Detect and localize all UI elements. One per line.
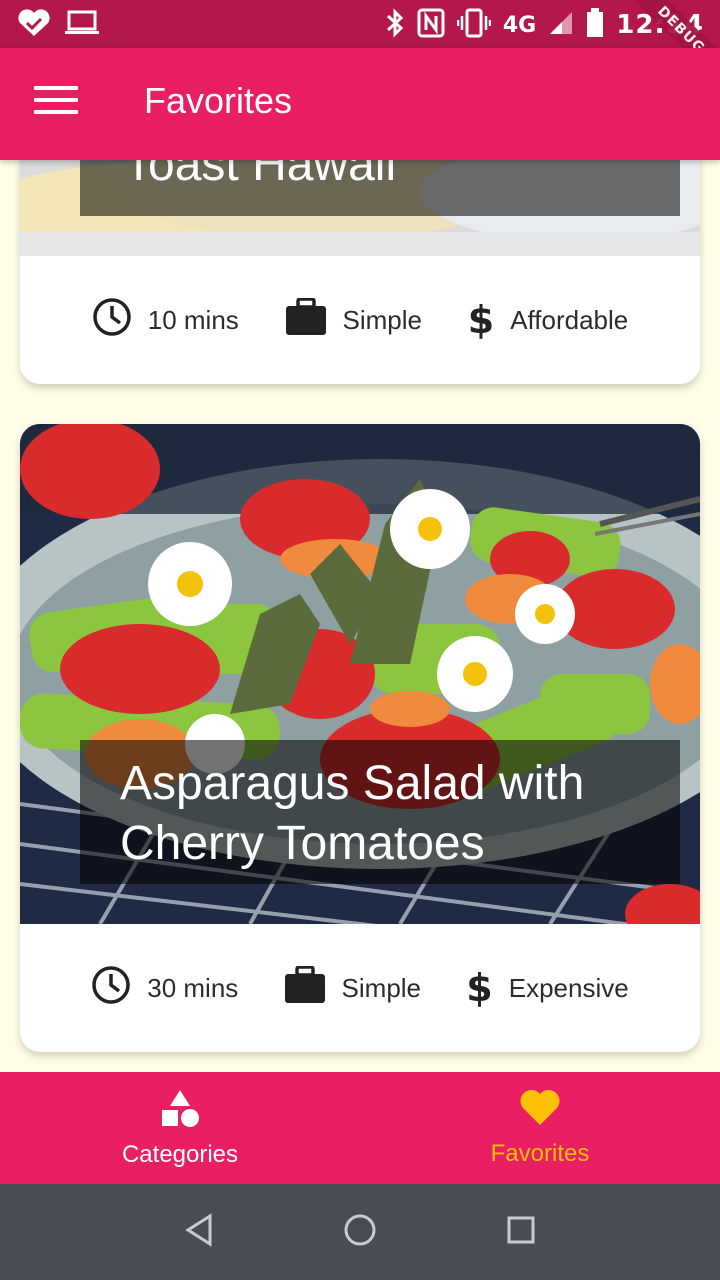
heart-check-icon bbox=[16, 8, 52, 42]
complexity-label: Simple bbox=[341, 972, 422, 1003]
meta-duration: 30 mins bbox=[91, 965, 238, 1012]
meta-complexity: Simple bbox=[285, 296, 422, 343]
duration-label: 10 mins bbox=[147, 304, 239, 335]
laptop-icon bbox=[64, 9, 100, 41]
home-icon[interactable] bbox=[343, 1213, 377, 1251]
vibrate-icon bbox=[456, 8, 492, 42]
affordability-label: Affordable bbox=[510, 304, 629, 335]
dollar-icon: $ bbox=[467, 298, 495, 342]
signal-icon bbox=[548, 10, 574, 40]
heart-icon bbox=[519, 1089, 561, 1134]
nav-item-favorites[interactable]: Favorites bbox=[360, 1072, 720, 1184]
dollar-icon: $ bbox=[466, 966, 493, 1010]
meta-affordability: $ Affordable bbox=[468, 298, 629, 342]
complexity-label: Simple bbox=[342, 304, 422, 335]
briefcase-icon bbox=[285, 296, 327, 343]
meal-meta: 10 mins Simple $ Affordable bbox=[20, 256, 700, 384]
nav-item-categories[interactable]: Categories bbox=[0, 1072, 360, 1184]
system-navigation-bar bbox=[0, 1184, 720, 1280]
status-bar: 4G 12:14 DEBUG bbox=[0, 0, 720, 48]
briefcase-icon bbox=[284, 964, 326, 1011]
nfc-icon bbox=[417, 8, 445, 42]
clock-icon bbox=[91, 965, 131, 1012]
affordability-label: Expensive bbox=[508, 972, 629, 1003]
category-shapes-icon bbox=[160, 1088, 200, 1135]
nav-label-favorites: Favorites bbox=[490, 1139, 590, 1167]
meal-card[interactable]: Asparagus Salad with Cherry Tomatoes 30 … bbox=[20, 424, 700, 1052]
bluetooth-icon bbox=[385, 8, 405, 42]
app-bar: Favorites bbox=[0, 48, 720, 160]
meta-affordability: $ Expensive bbox=[466, 966, 628, 1010]
clock-icon bbox=[92, 297, 132, 344]
menu-icon[interactable] bbox=[34, 86, 78, 120]
duration-label: 30 mins bbox=[147, 972, 239, 1003]
bottom-navigation: Categories Favorites bbox=[0, 1072, 720, 1184]
meal-meta: 30 mins Simple $ Expensive bbox=[20, 924, 700, 1052]
page-title: Favorites bbox=[144, 80, 293, 121]
network-type: 4G bbox=[502, 12, 537, 38]
back-icon[interactable] bbox=[184, 1213, 214, 1251]
recents-icon[interactable] bbox=[506, 1215, 536, 1249]
nav-label-categories: Categories bbox=[121, 1140, 239, 1168]
meta-duration: 10 mins bbox=[92, 297, 239, 344]
meal-image: Asparagus Salad with Cherry Tomatoes bbox=[20, 424, 700, 924]
meta-complexity: Simple bbox=[284, 964, 422, 1011]
meal-title: Asparagus Salad with Cherry Tomatoes bbox=[80, 740, 680, 884]
battery-icon bbox=[586, 8, 604, 42]
